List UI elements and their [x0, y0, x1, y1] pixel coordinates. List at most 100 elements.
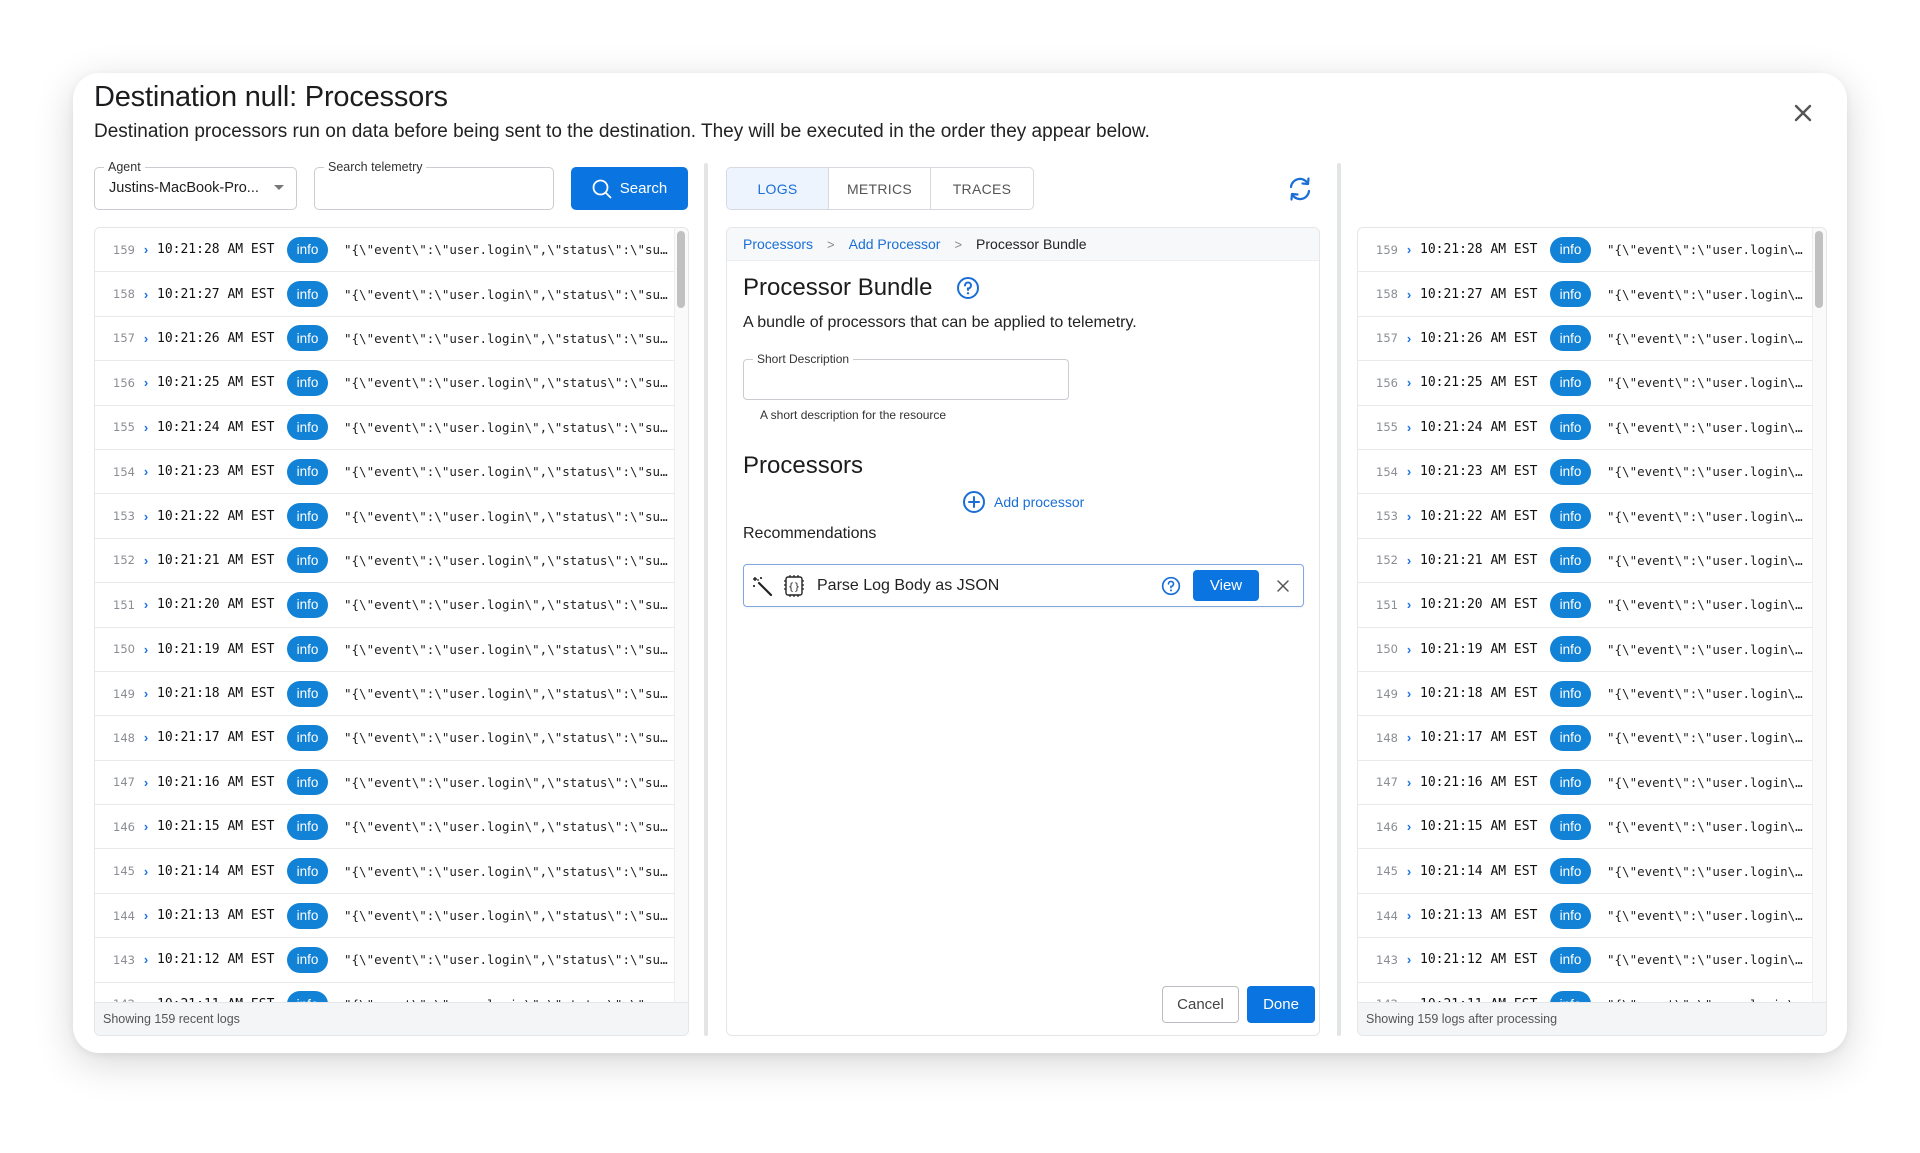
- expand-chevron-icon[interactable]: ›: [1398, 553, 1420, 568]
- log-row[interactable]: 152 › 10:21:21 AM EST info "{\"event\":\"use…: [1358, 539, 1812, 584]
- expand-chevron-icon[interactable]: ›: [1398, 242, 1420, 257]
- log-row[interactable]: 156 › 10:21:25 AM EST info "{\"event\":\"use…: [95, 361, 674, 406]
- log-row[interactable]: 143 › 10:21:12 AM EST info "{\"event\":\"use…: [1358, 938, 1812, 983]
- expand-chevron-icon[interactable]: ›: [1398, 864, 1420, 879]
- expand-chevron-icon[interactable]: ›: [135, 331, 157, 346]
- expand-chevron-icon[interactable]: ›: [135, 420, 157, 435]
- expand-chevron-icon[interactable]: ›: [135, 287, 157, 302]
- log-row[interactable]: 147 › 10:21:16 AM EST info "{\"event\":\"use…: [1358, 761, 1812, 806]
- view-button[interactable]: View: [1193, 570, 1259, 601]
- log-row[interactable]: 148 › 10:21:17 AM EST info "{\"event\":\"use…: [95, 716, 674, 761]
- log-row[interactable]: 151 › 10:21:20 AM EST info "{\"event\":\"use…: [1358, 583, 1812, 628]
- breadcrumb-add-processor[interactable]: Add Processor: [849, 236, 941, 252]
- log-row[interactable]: 158 › 10:21:27 AM EST info "{\"event\":\"use…: [1358, 272, 1812, 317]
- log-row[interactable]: 143 › 10:21:12 AM EST info "{\"event\":\"use…: [95, 938, 674, 983]
- dismiss-recommendation-button[interactable]: [1273, 579, 1293, 593]
- expand-chevron-icon[interactable]: ›: [135, 553, 157, 568]
- log-row[interactable]: 149 › 10:21:18 AM EST info "{\"event\":\"use…: [95, 672, 674, 717]
- add-processor-button[interactable]: Add processor: [962, 490, 1084, 514]
- expand-chevron-icon[interactable]: ›: [135, 509, 157, 524]
- log-row[interactable]: 145 › 10:21:14 AM EST info "{\"event\":\"use…: [1358, 849, 1812, 894]
- expand-chevron-icon[interactable]: ›: [1398, 908, 1420, 923]
- log-row[interactable]: 155 › 10:21:24 AM EST info "{\"event\":\"use…: [95, 406, 674, 450]
- expand-chevron-icon[interactable]: ›: [135, 908, 157, 923]
- log-row[interactable]: 152 › 10:21:21 AM EST info "{\"event\":\"use…: [95, 539, 674, 584]
- expand-chevron-icon[interactable]: ›: [135, 730, 157, 745]
- tab-metrics[interactable]: METRICS: [829, 168, 931, 209]
- log-row[interactable]: 156 › 10:21:25 AM EST info "{\"event\":\"use…: [1358, 361, 1812, 406]
- log-row[interactable]: 159 › 10:21:28 AM EST info "{\"event\":\"use…: [95, 228, 674, 273]
- log-row[interactable]: 144 › 10:21:13 AM EST info "{\"event\":\"use…: [95, 894, 674, 939]
- expand-chevron-icon[interactable]: ›: [135, 819, 157, 834]
- log-row[interactable]: 157 › 10:21:26 AM EST info "{\"event\":\"use…: [95, 317, 674, 362]
- log-row[interactable]: 154 › 10:21:23 AM EST info "{\"event\":\"use…: [1358, 450, 1812, 495]
- log-row[interactable]: 142›10:21:11 AM ESTinfo"{\"event\":\"use…: [1358, 983, 1812, 1002]
- help-icon[interactable]: [956, 276, 980, 300]
- expand-chevron-icon[interactable]: ›: [135, 242, 157, 257]
- short-description-input[interactable]: [744, 360, 1068, 399]
- output-log-scrollbar[interactable]: [1812, 228, 1826, 1002]
- tab-traces[interactable]: TRACES: [931, 168, 1033, 209]
- log-row[interactable]: 147 › 10:21:16 AM EST info "{\"event\":\"use…: [95, 761, 674, 806]
- log-row[interactable]: 157 › 10:21:26 AM EST info "{\"event\":\"use…: [1358, 317, 1812, 362]
- expand-chevron-icon[interactable]: ›: [1398, 730, 1420, 745]
- log-row[interactable]: 146 › 10:21:15 AM EST info "{\"event\":\"use…: [95, 805, 674, 850]
- input-log-scrollbar[interactable]: [674, 228, 688, 1002]
- expand-chevron-icon[interactable]: ›: [1398, 775, 1420, 790]
- expand-chevron-icon[interactable]: ›: [1398, 642, 1420, 657]
- input-log-list[interactable]: 159 › 10:21:28 AM EST info "{\"event\":\"use…: [95, 228, 674, 1002]
- expand-chevron-icon[interactable]: ›: [1398, 375, 1420, 390]
- bundle-title-row: Processor Bundle: [743, 274, 980, 302]
- search-telemetry-field[interactable]: Search telemetry: [314, 159, 554, 210]
- log-row[interactable]: 144 › 10:21:13 AM EST info "{\"event\":\"use…: [1358, 894, 1812, 939]
- log-row[interactable]: 153 › 10:21:22 AM EST info "{\"event\":\"use…: [95, 494, 674, 539]
- search-telemetry-input[interactable]: [315, 168, 553, 209]
- expand-chevron-icon[interactable]: ›: [1398, 952, 1420, 967]
- close-button[interactable]: [1790, 100, 1816, 126]
- log-row[interactable]: 153 › 10:21:22 AM EST info "{\"event\":\"use…: [1358, 494, 1812, 539]
- scrollbar-thumb[interactable]: [1815, 231, 1823, 308]
- expand-chevron-icon[interactable]: ›: [1398, 287, 1420, 302]
- log-row[interactable]: 159 › 10:21:28 AM EST info "{\"event\":\"use…: [1358, 228, 1812, 273]
- done-button[interactable]: Done: [1247, 986, 1315, 1023]
- expand-chevron-icon[interactable]: ›: [1398, 509, 1420, 524]
- short-description-field[interactable]: Short Description: [743, 351, 1069, 400]
- breadcrumb-processors[interactable]: Processors: [743, 236, 813, 252]
- output-log-list[interactable]: 159 › 10:21:28 AM EST info "{\"event\":\"use…: [1358, 228, 1812, 1002]
- expand-chevron-icon[interactable]: ›: [135, 464, 157, 479]
- expand-chevron-icon[interactable]: ›: [135, 375, 157, 390]
- log-row[interactable]: 150 › 10:21:19 AM EST info "{\"event\":\"use…: [1358, 628, 1812, 672]
- log-row[interactable]: 150 › 10:21:19 AM EST info "{\"event\":\"use…: [95, 628, 674, 672]
- recommendation-help-button[interactable]: [1161, 576, 1181, 596]
- expand-chevron-icon[interactable]: ›: [135, 864, 157, 879]
- tab-logs[interactable]: LOGS: [727, 168, 829, 209]
- expand-chevron-icon[interactable]: ›: [1398, 464, 1420, 479]
- expand-chevron-icon[interactable]: ›: [135, 686, 157, 701]
- log-row[interactable]: 158 › 10:21:27 AM EST info "{\"event\":\"use…: [95, 272, 674, 317]
- log-row[interactable]: 148 › 10:21:17 AM EST info "{\"event\":\"use…: [1358, 716, 1812, 761]
- log-row[interactable]: 154 › 10:21:23 AM EST info "{\"event\":\"use…: [95, 450, 674, 495]
- log-row[interactable]: 149 › 10:21:18 AM EST info "{\"event\":\"use…: [1358, 672, 1812, 717]
- expand-chevron-icon[interactable]: ›: [135, 952, 157, 967]
- log-row[interactable]: 151 › 10:21:20 AM EST info "{\"event\":\"use…: [95, 583, 674, 628]
- log-row[interactable]: 145 › 10:21:14 AM EST info "{\"event\":\"use…: [95, 849, 674, 894]
- log-number: 145: [1376, 864, 1398, 879]
- expand-chevron-icon[interactable]: ›: [135, 775, 157, 790]
- scrollbar-thumb[interactable]: [677, 231, 685, 308]
- expand-chevron-icon[interactable]: ›: [1398, 686, 1420, 701]
- agent-select[interactable]: Agent Justins-MacBook-Pro...: [94, 159, 297, 210]
- refresh-button[interactable]: [1285, 174, 1315, 204]
- search-button[interactable]: Search: [571, 167, 688, 210]
- log-row[interactable]: 142›10:21:11 AM ESTinfo"{\"event\":\"use…: [95, 983, 674, 1002]
- expand-chevron-icon[interactable]: ›: [135, 597, 157, 612]
- expand-chevron-icon[interactable]: ›: [1398, 597, 1420, 612]
- expand-chevron-icon[interactable]: ›: [1398, 331, 1420, 346]
- breadcrumb: Processors > Add Processor > Processor B…: [727, 228, 1319, 261]
- expand-chevron-icon[interactable]: ›: [1398, 819, 1420, 834]
- expand-chevron-icon[interactable]: ›: [1398, 420, 1420, 435]
- cancel-button[interactable]: Cancel: [1162, 986, 1239, 1023]
- log-row[interactable]: 146 › 10:21:15 AM EST info "{\"event\":\"use…: [1358, 805, 1812, 850]
- log-level-badge: info: [287, 591, 328, 618]
- expand-chevron-icon[interactable]: ›: [135, 642, 157, 657]
- log-row[interactable]: 155 › 10:21:24 AM EST info "{\"event\":\"use…: [1358, 406, 1812, 450]
